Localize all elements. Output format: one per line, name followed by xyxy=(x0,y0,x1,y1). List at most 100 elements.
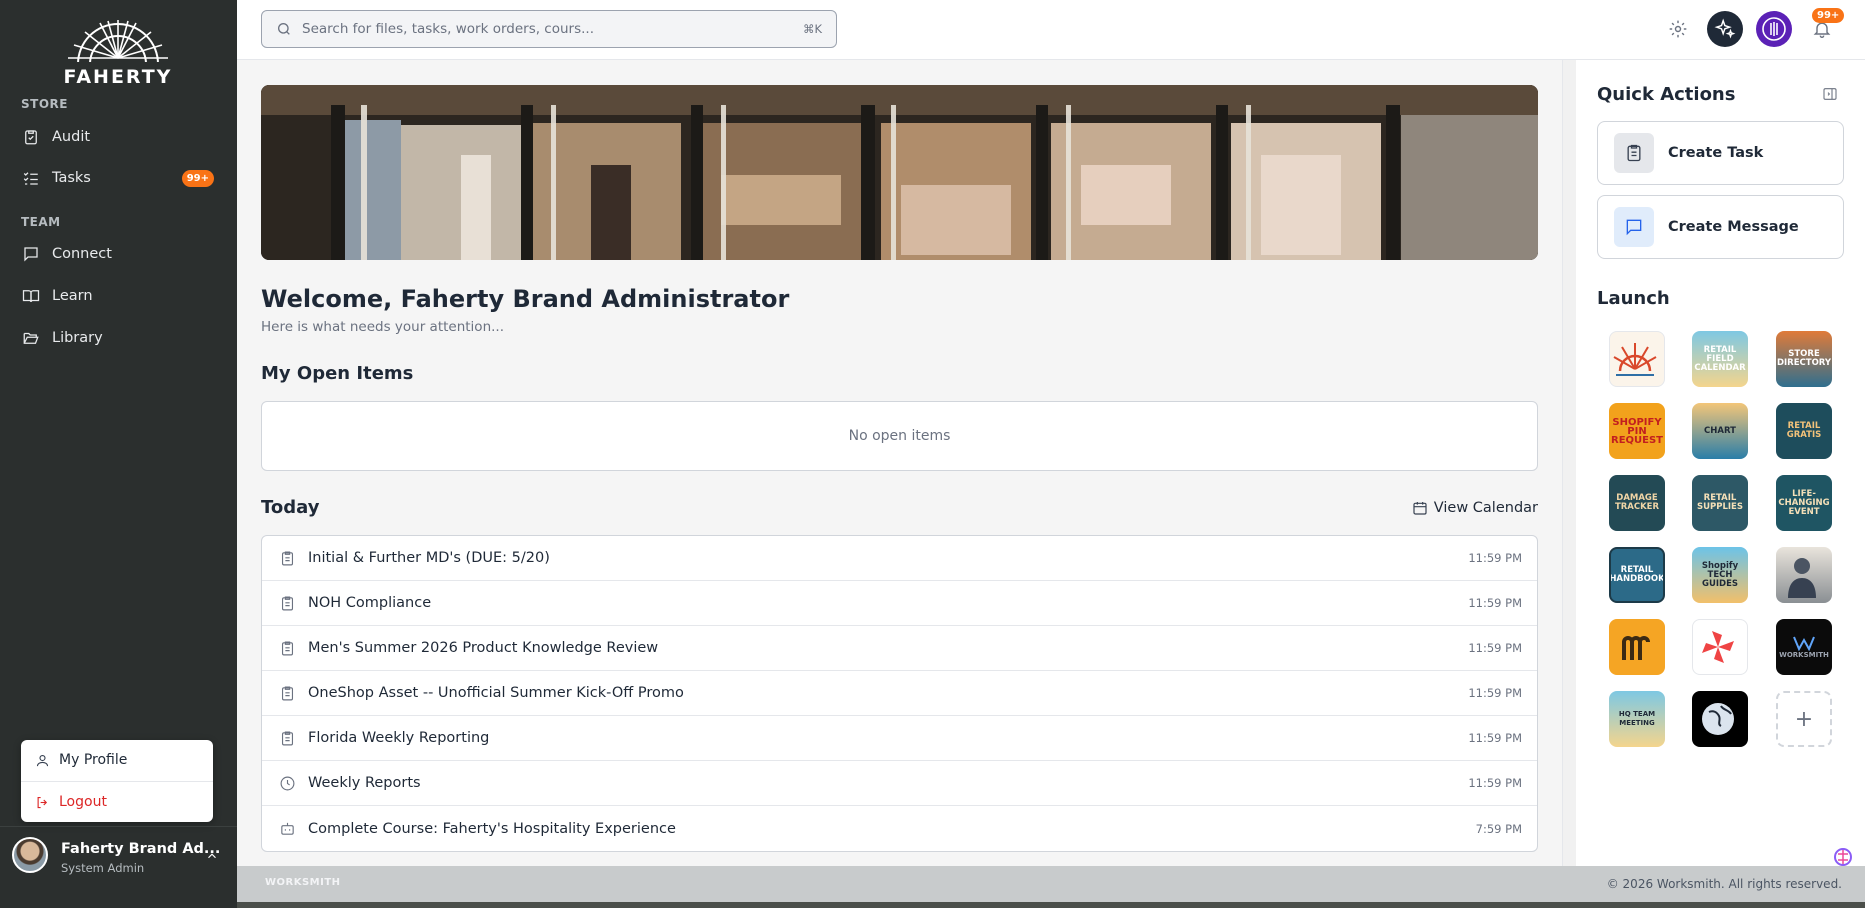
tile-label: RETAIL SUPPLIES xyxy=(1697,493,1743,512)
item-time: 11:59 PM xyxy=(1468,641,1522,655)
worksmith-app[interactable]: WORKSMITH xyxy=(1776,619,1832,675)
clipboard-check-icon xyxy=(25,130,37,145)
sidebar-item-library[interactable]: Library xyxy=(0,318,237,358)
panel-collapse-icon[interactable] xyxy=(1822,86,1838,102)
globe-app[interactable] xyxy=(1692,691,1748,747)
sidebar-item-learn[interactable]: Learn xyxy=(0,276,237,316)
message-icon xyxy=(1614,207,1654,247)
retail-field-calendar-app[interactable]: RETAIL FIELD CALENDAR xyxy=(1692,331,1748,387)
open-items-heading: My Open Items xyxy=(261,363,414,384)
sparkles-icon xyxy=(1714,18,1736,39)
list-item[interactable]: NOH Compliance 11:59 PM xyxy=(262,581,1537,626)
storefront-photo xyxy=(261,85,1538,260)
list-item[interactable]: Florida Weekly Reporting 11:59 PM xyxy=(262,716,1537,761)
store-directory-app[interactable]: STORE DIRECTORY xyxy=(1776,331,1832,387)
sidebar-item-label: Audit xyxy=(52,129,91,145)
list-item[interactable]: Men's Summer 2026 Product Knowledge Revi… xyxy=(262,626,1537,671)
damage-tracker-app[interactable]: DAMAGE TRACKER xyxy=(1609,475,1665,531)
top-bar: ⌘K xyxy=(237,0,1865,60)
search-input[interactable] xyxy=(302,21,762,37)
scrollbar[interactable] xyxy=(1562,60,1576,866)
logo-text: FAHERTY xyxy=(63,66,173,88)
clipboard-icon xyxy=(281,551,294,565)
brain-icon[interactable] xyxy=(1834,848,1852,866)
bars-logo-icon xyxy=(1622,636,1650,660)
pinwheel-icon xyxy=(1702,631,1734,663)
sidebar-item-label: Library xyxy=(52,330,103,346)
section-label-store: STORE xyxy=(21,97,68,111)
sunburst-logo-icon xyxy=(60,20,176,68)
create-task-label: Create Task xyxy=(1668,145,1764,161)
tile-label: RETAIL GRATIS xyxy=(1786,421,1822,440)
shopify-tech-guides-app[interactable]: Shopify TECH GUIDES xyxy=(1692,547,1748,603)
person-silhouette-icon xyxy=(1788,558,1816,598)
create-message-button[interactable]: Create Message xyxy=(1597,195,1844,259)
notifications-badge: 99+ xyxy=(1812,8,1845,23)
plus-icon: + xyxy=(1794,706,1814,732)
chart-app[interactable]: CHART xyxy=(1692,403,1748,459)
hq-team-meeting-app[interactable]: HQ TEAM MEETING xyxy=(1609,691,1665,747)
clipboard-icon xyxy=(281,641,294,655)
tile-label: Shopify TECH GUIDES xyxy=(1701,560,1739,589)
create-task-button[interactable]: Create Task xyxy=(1597,121,1844,185)
sidebar-item-label: Connect xyxy=(52,246,112,262)
clipboard-icon xyxy=(281,731,294,745)
retail-handbook-app[interactable]: RETAIL HANDBOOK xyxy=(1609,547,1665,603)
item-title: NOH Compliance xyxy=(308,595,432,611)
folder-open-icon xyxy=(23,332,39,344)
tile-label: LIFE-CHANGING EVENT xyxy=(1778,488,1830,517)
retail-supplies-app[interactable]: RETAIL SUPPLIES xyxy=(1692,475,1748,531)
clock-icon xyxy=(280,776,295,790)
page-subtitle: Here is what needs your attention... xyxy=(261,319,504,335)
logout-label: Logout xyxy=(59,794,107,810)
profile-menu: My Profile Logout xyxy=(21,740,213,822)
bot-icon xyxy=(281,822,294,835)
add-app-button[interactable]: + xyxy=(1776,691,1832,747)
brand-logo[interactable]: FAHERTY xyxy=(60,18,176,88)
tile-label: RETAIL FIELD CALENDAR xyxy=(1694,344,1746,373)
list-item[interactable]: OneShop Asset -- Unofficial Summer Kick-… xyxy=(262,671,1537,716)
settings-button[interactable] xyxy=(1659,11,1697,47)
pinwheel-app[interactable] xyxy=(1692,619,1748,675)
book-open-icon xyxy=(22,290,40,303)
sidebar-item-tasks[interactable]: Tasks 99+ xyxy=(0,158,237,198)
list-item[interactable]: Initial & Further MD's (DUE: 5/20) 11:59… xyxy=(262,536,1537,581)
life-changing-event-app[interactable]: LIFE-CHANGING EVENT xyxy=(1776,475,1832,531)
search-box[interactable]: ⌘K xyxy=(261,10,837,48)
page-title: Welcome, Faherty Brand Administrator xyxy=(261,285,790,313)
item-time: 11:59 PM xyxy=(1468,551,1522,565)
my-profile-label: My Profile xyxy=(59,752,128,768)
circle-logo-icon xyxy=(1762,17,1786,41)
footer-logo: WORKSMITH xyxy=(265,877,341,888)
store-banner-image xyxy=(261,85,1538,260)
tile-label: HQ TEAM MEETING xyxy=(1618,710,1656,727)
avatar xyxy=(12,837,48,873)
sunrise-icon xyxy=(1613,343,1657,376)
user-account-toggle[interactable]: Faherty Brand Ad... System Admin xyxy=(0,826,237,886)
today-list: Initial & Further MD's (DUE: 5/20) 11:59… xyxy=(261,535,1538,852)
sidebar: FAHERTY STORE Audit Tasks 99+ TEAM Conne… xyxy=(0,0,237,908)
orange-app[interactable] xyxy=(1609,619,1665,675)
person-app[interactable] xyxy=(1776,547,1832,603)
sidebar-item-connect[interactable]: Connect xyxy=(0,234,237,274)
item-title: Weekly Reports xyxy=(308,775,421,791)
item-title: Men's Summer 2026 Product Knowledge Revi… xyxy=(308,640,659,656)
app-switcher-button[interactable] xyxy=(1756,11,1792,47)
view-calendar-button[interactable]: View Calendar xyxy=(1412,500,1538,516)
sunrise-app[interactable] xyxy=(1609,331,1665,387)
list-item[interactable]: Complete Course: Faherty's Hospitality E… xyxy=(262,806,1537,851)
tile-label: SHOPIFY PIN REQUEST xyxy=(1611,416,1664,446)
footer-copyright: © 2026 Worksmith. All rights reserved. xyxy=(1606,877,1842,891)
retail-gratis-app[interactable]: RETAIL GRATIS xyxy=(1776,403,1832,459)
shopify-pin-request-app[interactable]: SHOPIFY PIN REQUEST xyxy=(1609,403,1665,459)
tile-label: DAMAGE TRACKER xyxy=(1614,493,1660,512)
ai-assistant-button[interactable] xyxy=(1707,11,1743,47)
my-profile-item[interactable]: My Profile xyxy=(21,740,213,780)
view-calendar-label: View Calendar xyxy=(1433,500,1538,516)
sidebar-item-audit[interactable]: Audit xyxy=(0,117,237,157)
search-shortcut: ⌘K xyxy=(802,22,822,36)
user-role: System Admin xyxy=(61,861,145,875)
list-item[interactable]: Weekly Reports 11:59 PM xyxy=(262,761,1537,806)
logout-item[interactable]: Logout xyxy=(21,782,213,822)
main-content: Welcome, Faherty Brand Administrator Her… xyxy=(237,60,1562,866)
